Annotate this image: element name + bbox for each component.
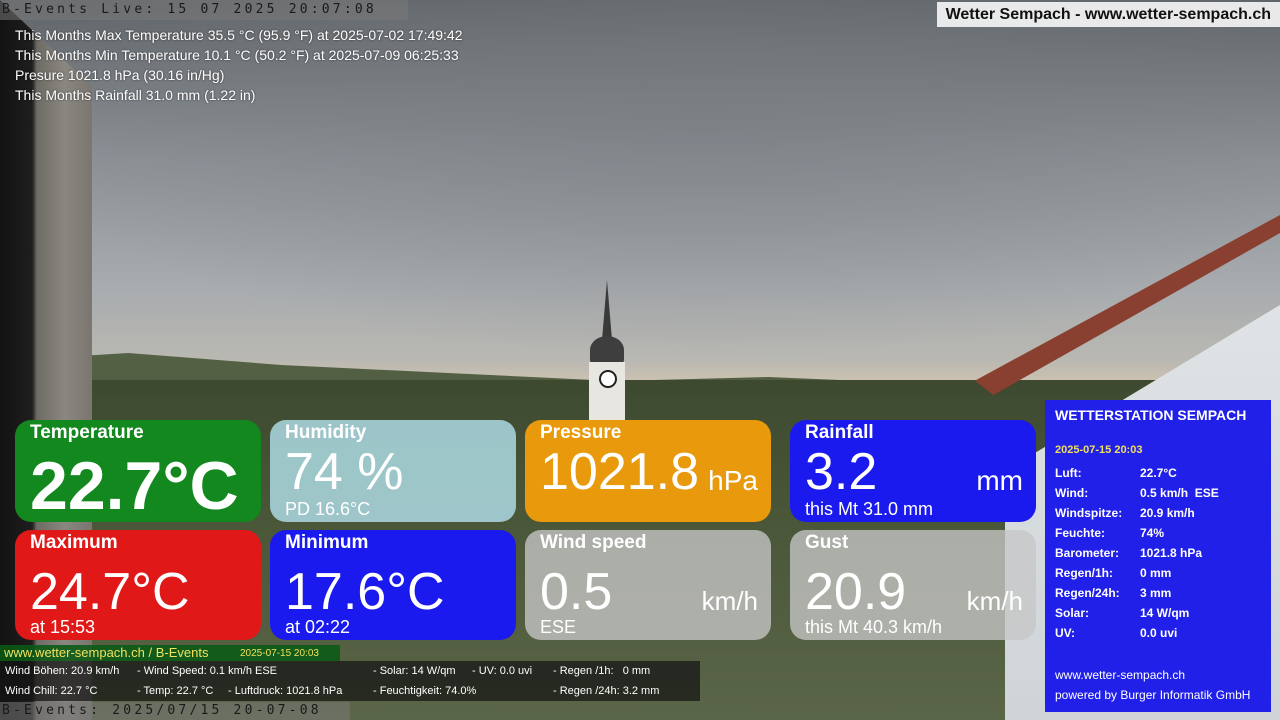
ticker-site-link[interactable]: www.wetter-sempach.ch / B-Events: [4, 645, 208, 661]
gust-month: this Mt 40.3 km/h: [805, 617, 943, 637]
monthly-stats: This Months Max Temperature 35.5 °C (95.…: [15, 25, 463, 105]
gust-label: Gust: [805, 532, 849, 553]
ticker-solar: - Solar: 14 W/qm: [373, 665, 456, 677]
ticker-wind-speed: - Wind Speed: 0.1 km/h ESE: [137, 665, 278, 677]
station-site-link[interactable]: www.wetter-sempach.ch: [1055, 665, 1250, 685]
ticker-uv: - UV: 0.0 uvi: [472, 665, 533, 677]
minimum-time: at 02:22: [285, 617, 351, 637]
site-title: Wetter Sempach - www.wetter-sempach.ch: [936, 2, 1280, 27]
pressure-value: 1021.8: [540, 443, 700, 501]
wind-speed-value: 0.5: [540, 563, 613, 621]
maximum-time: at 15:53: [30, 617, 96, 637]
station-row: Barometer: 1021.8 hPa: [1055, 546, 1203, 560]
ticker-timestamp: 2025-07-15 20:03: [240, 648, 319, 659]
church-tower: [586, 280, 628, 432]
wind-direction: ESE: [540, 617, 577, 637]
humidity-label: Humidity: [285, 422, 367, 443]
temperature-value: 22.7°C: [30, 448, 239, 522]
station-footer: www.wetter-sempach.ch powered by Burger …: [1055, 665, 1250, 705]
event-banner: B-Events: 2025/07/15 20-07-08: [0, 702, 350, 720]
station-row: UV: 0.0 uvi: [1055, 626, 1178, 640]
pressure-unit: hPa: [708, 465, 758, 496]
humidity-dewpoint: PD 16.6°C: [285, 499, 371, 519]
rainfall-month: this Mt 31.0 mm: [805, 499, 934, 519]
station-title: WETTERSTATION SEMPACH: [1055, 407, 1247, 423]
rainfall-value: 3.2: [805, 443, 878, 501]
station-row: Feuchte: 74%: [1055, 526, 1165, 540]
stat-pressure: Presure 1021.8 hPa (30.16 in/Hg): [15, 67, 225, 83]
ticker-gust: Wind Böhen: 20.9 km/h: [5, 665, 120, 677]
station-row: Windspitze: 20.9 km/h: [1055, 506, 1195, 520]
humidity-value: 74 %: [285, 443, 404, 501]
station-row: Regen/24h: 3 mm: [1055, 586, 1172, 600]
humidity-tile: Humidity 74 % PD 16.6°C: [270, 420, 516, 522]
station-readings: Luft: 22.7°C Wind: 0.5 km/h ESE Windspitze…: [1055, 466, 1265, 646]
ticker-pressure: - Luftdruck: 1021.8 hPa: [228, 685, 343, 697]
station-row: Wind: 0.5 km/h ESE: [1055, 486, 1219, 500]
live-banner: B-Events Live: 15 07 2025 20:07:08: [0, 0, 408, 20]
pressure-tile: Pressure 1021.8 hPa: [525, 420, 771, 522]
rainfall-unit: mm: [976, 465, 1023, 496]
wind-speed-unit: km/h: [701, 586, 758, 616]
gust-tile: Gust 20.9 km/h this Mt 40.3 km/h: [790, 530, 1036, 640]
temperature-label: Temperature: [30, 422, 144, 443]
station-row: Luft: 22.7°C: [1055, 466, 1177, 480]
station-panel: WETTERSTATION SEMPACH 2025-07-15 20:03 L…: [1045, 400, 1271, 712]
ticker-rain-24h: - Regen /24h: 3.2 mm: [553, 685, 660, 697]
ticker-humidity: - Feuchtigkeit: 74.0%: [373, 685, 477, 697]
ticker-wind-chill: Wind Chill: 22.7 °C: [5, 685, 98, 697]
maximum-value: 24.7°C: [30, 563, 190, 621]
station-row: Solar: 14 W/qm: [1055, 606, 1190, 620]
stat-rainfall: This Months Rainfall 31.0 mm (1.22 in): [15, 87, 256, 103]
maximum-label: Maximum: [30, 532, 118, 553]
gust-unit: km/h: [966, 586, 1023, 616]
rainfall-tile: Rainfall 3.2 mm this Mt 31.0 mm: [790, 420, 1036, 522]
station-row: Regen/1h: 0 mm: [1055, 566, 1172, 580]
clock-icon: [599, 370, 617, 388]
ticker-rain-1h: - Regen /1h: 0 mm: [553, 665, 651, 677]
minimum-label: Minimum: [285, 532, 369, 553]
maximum-tile: Maximum 24.7°C at 15:53: [15, 530, 261, 640]
ticker-header: www.wetter-sempach.ch / B-Events 2025-07…: [0, 645, 340, 661]
wind-speed-label: Wind speed: [540, 532, 647, 553]
minimum-value: 17.6°C: [285, 563, 445, 621]
temperature-tile: Temperature 22.7°C: [15, 420, 261, 522]
stat-max-temperature: This Months Max Temperature 35.5 °C (95.…: [15, 27, 463, 43]
minimum-tile: Minimum 17.6°C at 02:22: [270, 530, 516, 640]
stat-min-temperature: This Months Min Temperature 10.1 °C (50.…: [15, 47, 459, 63]
ticker-temperature: - Temp: 22.7 °C: [137, 685, 214, 697]
ticker-readings: Wind Böhen: 20.9 km/h - Wind Speed: 0.1 …: [0, 661, 700, 701]
rainfall-label: Rainfall: [805, 422, 874, 443]
wind-speed-tile: Wind speed 0.5 km/h ESE: [525, 530, 771, 640]
station-powered-by: powered by Burger Informatik GmbH: [1055, 688, 1251, 702]
gust-value: 20.9: [805, 563, 907, 621]
station-date: 2025-07-15 20:03: [1055, 444, 1143, 456]
pressure-label: Pressure: [540, 422, 622, 443]
